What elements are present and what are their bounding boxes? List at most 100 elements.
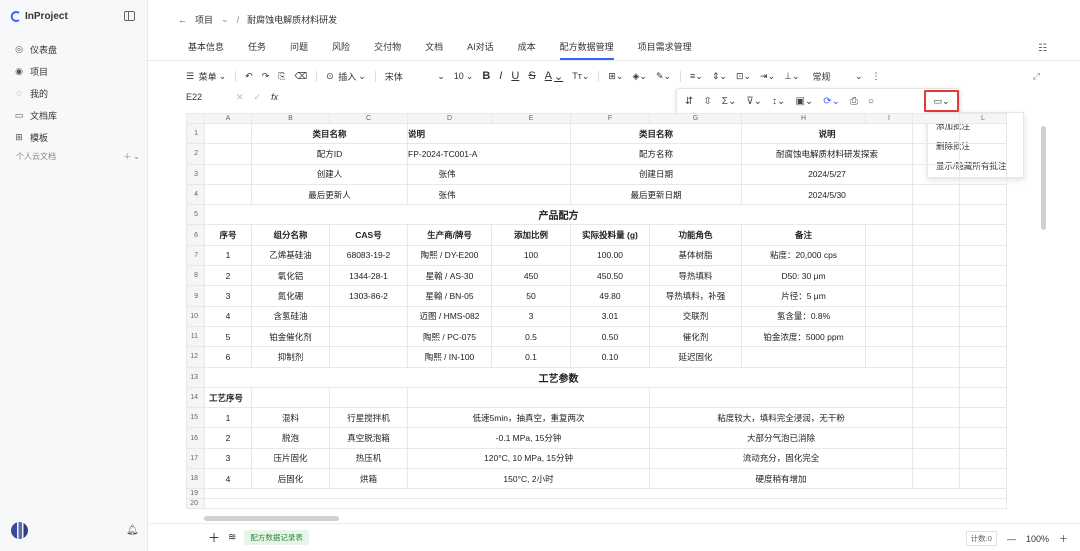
cell[interactable]: 陶熙 / IN-100 xyxy=(407,346,492,368)
cell[interactable] xyxy=(912,305,960,327)
horizontal-scrollbar[interactable] xyxy=(204,516,339,521)
cell[interactable] xyxy=(959,244,1007,267)
tab-documents[interactable]: 文档 xyxy=(413,40,455,60)
cell[interactable] xyxy=(204,143,252,165)
cell[interactable]: 粘度较大，填料完全浸润，无干粉 xyxy=(649,407,913,429)
row-header[interactable]: 16 xyxy=(186,427,205,449)
add-doc-icon[interactable]: ＋ ⌄ xyxy=(123,151,140,162)
cell[interactable] xyxy=(865,285,913,307)
row-header[interactable]: 1 xyxy=(186,122,205,145)
cell[interactable]: 粘度：20,000 cps xyxy=(741,244,866,267)
cell[interactable]: 说明 xyxy=(407,122,571,145)
border-icon[interactable]: ⊞⌄ xyxy=(608,71,623,82)
cell[interactable]: 3.01 xyxy=(570,305,650,327)
cell[interactable]: 2 xyxy=(204,427,252,449)
back-arrow-icon[interactable]: ← xyxy=(178,15,187,25)
row-header[interactable]: 10 xyxy=(186,305,205,327)
undo-icon[interactable]: ↶ xyxy=(245,71,253,82)
cell[interactable]: 导热填料 xyxy=(649,265,742,287)
cell[interactable]: 工艺序号 xyxy=(204,386,252,409)
section-title[interactable]: 工艺参数 xyxy=(204,366,913,388)
cell[interactable]: 烘箱 xyxy=(329,468,408,490)
cell[interactable]: 陶熙 / DY-E200 xyxy=(407,244,492,267)
font-select[interactable]: 宋体 ⌄ xyxy=(385,70,445,83)
cell[interactable]: 张伟 xyxy=(407,183,571,206)
cell[interactable]: 混料 xyxy=(251,407,330,429)
underline-button[interactable]: U xyxy=(511,70,519,82)
chevron-down-icon[interactable]: ⌄ xyxy=(221,14,229,25)
cell[interactable]: 后固化 xyxy=(251,468,330,490)
cell[interactable]: 张伟 xyxy=(407,163,571,185)
freeze-icon[interactable]: ▣⌄ xyxy=(795,96,813,107)
cell[interactable]: 热压机 xyxy=(329,447,408,470)
cell[interactable]: 催化剂 xyxy=(649,325,742,348)
cancel-icon[interactable]: ✕ xyxy=(236,92,244,103)
sheet-tab[interactable]: 配方数据记录表 xyxy=(244,530,309,545)
zoom-level[interactable]: 100% xyxy=(1026,534,1049,544)
vertical-align-icon[interactable]: ⇕⌄ xyxy=(712,71,727,82)
cell[interactable]: 68083-19-2 xyxy=(329,244,408,267)
cell-reference[interactable]: E22 xyxy=(186,92,226,103)
sheet-list-icon[interactable]: ≋ xyxy=(228,532,236,543)
cell[interactable]: 150°C, 2小时 xyxy=(407,468,650,490)
cell[interactable]: 配方ID xyxy=(251,143,408,165)
cell[interactable]: 含氢硅油 xyxy=(251,305,330,327)
cell[interactable]: 氧化铝 xyxy=(251,265,330,287)
sidebar-item-templates[interactable]: ⊞ 模板 xyxy=(14,126,57,148)
filter-add-icon[interactable]: ⇵ xyxy=(685,96,693,107)
cell[interactable] xyxy=(912,386,960,409)
sidebar-item-dashboard[interactable]: ◎ 仪表盘 xyxy=(14,38,57,60)
cell[interactable]: 2024/5/30 xyxy=(741,183,913,206)
tab-risks[interactable]: 风险 xyxy=(320,40,362,60)
cell[interactable]: 4 xyxy=(204,305,252,327)
cell[interactable]: 最后更新人 xyxy=(251,183,408,206)
cell[interactable] xyxy=(865,244,913,267)
cell[interactable]: 星翰 / BN-05 xyxy=(407,285,492,307)
tab-cost[interactable]: 成本 xyxy=(506,40,548,60)
sidebar-item-mine[interactable]: ◌ 我的 xyxy=(14,82,57,104)
cell[interactable] xyxy=(959,224,1007,246)
tab-deliverables[interactable]: 交付物 xyxy=(362,40,413,60)
row-header[interactable]: 17 xyxy=(186,447,205,470)
cell[interactable] xyxy=(912,244,960,267)
cell[interactable] xyxy=(959,122,1007,145)
cell[interactable] xyxy=(959,427,1007,449)
tab-settings-icon[interactable]: ☷ xyxy=(1038,43,1047,54)
cell[interactable] xyxy=(959,386,1007,409)
column-header[interactable]: E xyxy=(491,113,571,124)
filter-icon[interactable]: ⊽⌄ xyxy=(746,96,762,107)
cell[interactable]: 3 xyxy=(204,285,252,307)
cell[interactable]: 0.5 xyxy=(491,325,571,348)
cell[interactable] xyxy=(741,346,866,368)
cell[interactable]: 低速5min，抽真空，重复两次 xyxy=(407,407,650,429)
cell[interactable]: 生产商/牌号 xyxy=(407,224,492,246)
cell[interactable] xyxy=(912,407,960,429)
cell[interactable] xyxy=(959,143,1007,165)
cell[interactable]: 5 xyxy=(204,325,252,348)
cell[interactable]: 120°C, 10 MPa, 15分钟 xyxy=(407,447,650,470)
filter-remove-icon[interactable]: ⇳ xyxy=(703,96,711,107)
cell[interactable]: 硬度稍有增加 xyxy=(649,468,913,490)
cell[interactable] xyxy=(865,265,913,287)
cell[interactable]: 陶熙 / PC-075 xyxy=(407,325,492,348)
strikethrough-button[interactable]: S xyxy=(528,70,535,82)
rotate-icon[interactable]: ⊥⌄ xyxy=(784,71,799,82)
insert-button[interactable]: ⊙ 插入 ⌄ xyxy=(326,70,366,83)
cell[interactable] xyxy=(912,122,960,145)
cell[interactable]: 大部分气泡已消除 xyxy=(649,427,913,449)
cell[interactable] xyxy=(959,366,1007,388)
cell[interactable]: 3 xyxy=(204,447,252,470)
column-header[interactable]: A xyxy=(204,113,252,124)
cell[interactable]: 延迟固化 xyxy=(649,346,742,368)
cell[interactable]: CAS号 xyxy=(329,224,408,246)
row-header[interactable]: 14 xyxy=(186,386,205,409)
font-size-select[interactable]: 10 ⌄ xyxy=(454,71,474,82)
cell[interactable] xyxy=(912,468,960,490)
cell[interactable] xyxy=(865,346,913,368)
confirm-icon[interactable]: ✓ xyxy=(254,92,262,103)
cell[interactable]: 导热填料，补强 xyxy=(649,285,742,307)
cell[interactable] xyxy=(959,204,1007,226)
cell[interactable]: 类目名称 xyxy=(251,122,408,145)
font-color-button[interactable]: A ⌄ xyxy=(545,70,564,83)
cell[interactable]: FP-2024-TC001-A xyxy=(407,143,571,165)
